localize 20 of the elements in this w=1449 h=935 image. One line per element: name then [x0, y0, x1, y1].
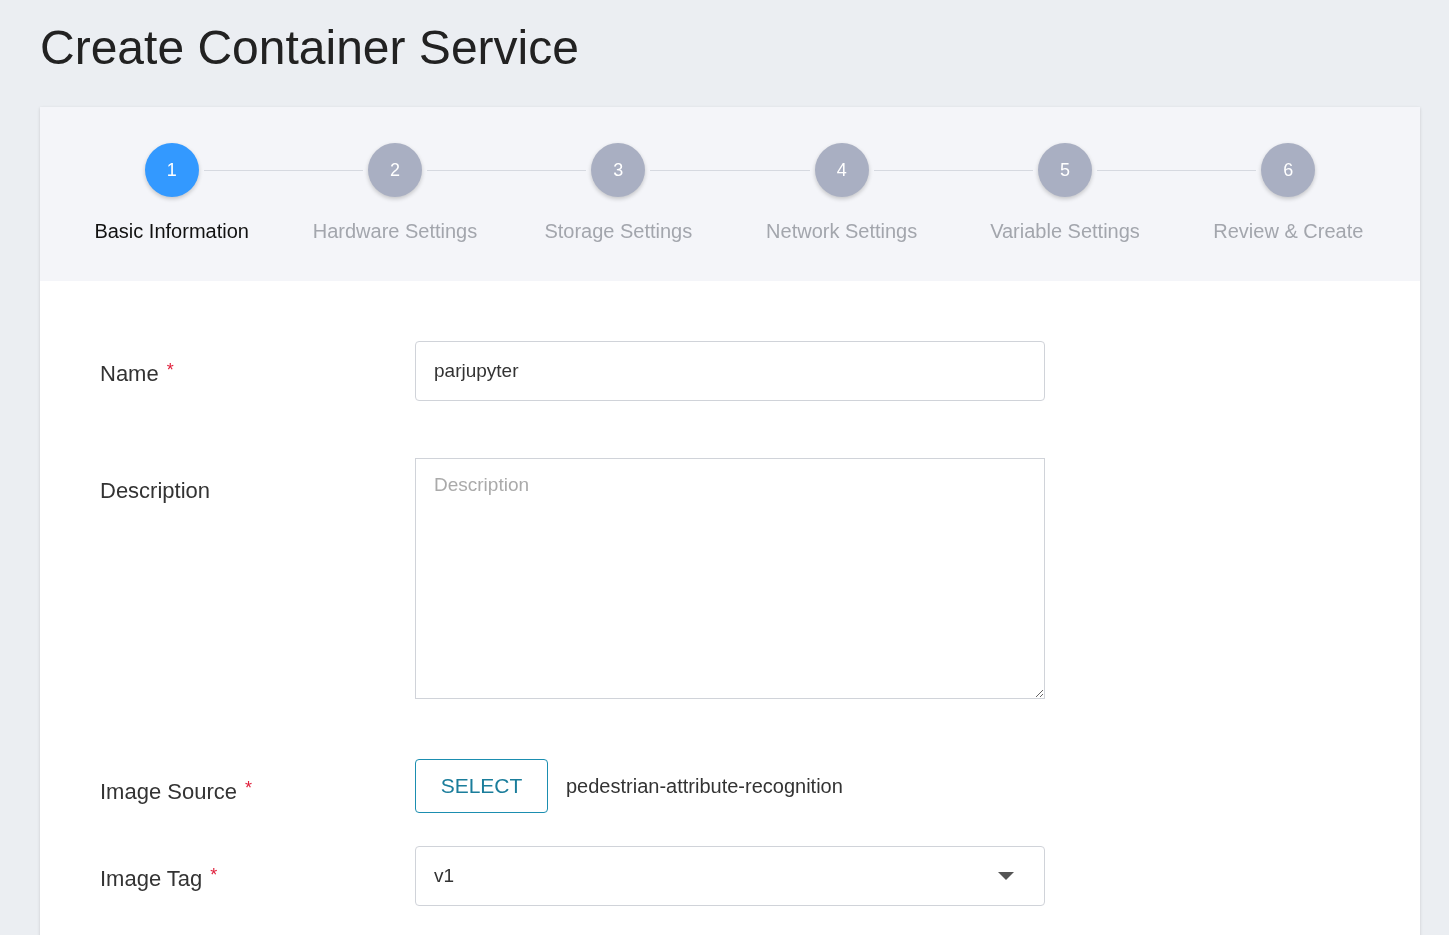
field-label: Image Tag: [100, 865, 203, 893]
step-label: Variable Settings: [990, 219, 1140, 244]
required-mark: *: [244, 777, 252, 800]
select-button[interactable]: SELECT: [415, 759, 548, 813]
name-field[interactable]: parjupyter: [415, 341, 1045, 401]
dropdown-caret-icon: [998, 872, 1014, 880]
image-tag-select[interactable]: v1: [415, 846, 1045, 906]
required-mark: *: [166, 359, 174, 382]
field-label: Image Source: [100, 778, 237, 806]
description-field[interactable]: Description: [415, 458, 1045, 699]
step-label: Network Settings: [766, 219, 918, 244]
field-label: Name: [100, 360, 159, 388]
step-label: Basic Information: [94, 219, 249, 244]
image-source-value: pedestrian-attribute-recognition: [566, 774, 843, 799]
field-label: Description: [100, 477, 211, 505]
required-mark: *: [210, 864, 218, 887]
page-title: Create Container Service: [40, 20, 580, 76]
step-label: Storage Settings: [544, 219, 693, 244]
step-label: Hardware Settings: [312, 219, 478, 244]
step-label: Review & Create: [1213, 219, 1364, 244]
